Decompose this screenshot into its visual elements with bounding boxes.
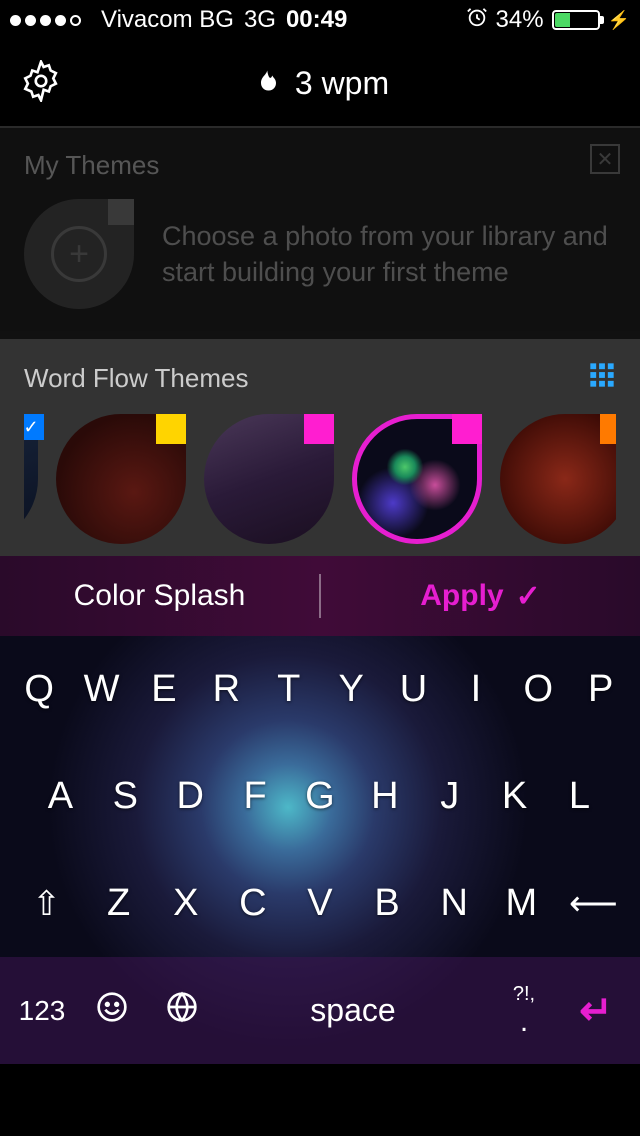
- theme-item[interactable]: ✓: [24, 414, 38, 544]
- theme-carousel[interactable]: ✓: [24, 414, 616, 544]
- key[interactable]: I: [451, 668, 501, 711]
- keyboard-row-bottom: 123 space ?!, . ↵: [0, 957, 640, 1064]
- theme-item-selected[interactable]: [352, 414, 482, 544]
- backspace-key[interactable]: ⟵: [563, 884, 623, 924]
- key[interactable]: Y: [326, 668, 376, 711]
- key[interactable]: D: [165, 775, 215, 818]
- key[interactable]: A: [35, 775, 85, 818]
- keyboard-row-3: ⇧ Z X C V B N M ⟵: [0, 850, 640, 957]
- grid-view-button[interactable]: [588, 361, 616, 396]
- key[interactable]: V: [295, 882, 345, 925]
- key[interactable]: O: [513, 668, 563, 711]
- signal-dots: [10, 15, 81, 26]
- plus-icon: +: [51, 226, 107, 282]
- return-key[interactable]: ↵: [566, 988, 626, 1034]
- wordflow-themes-section: Word Flow Themes ✓: [0, 339, 640, 556]
- punct-key[interactable]: ?!, .: [496, 983, 552, 1038]
- my-themes-section: My Themes ✕ + Choose a photo from your l…: [0, 128, 640, 331]
- space-key[interactable]: space: [224, 992, 482, 1029]
- top-bar: 3 wpm: [0, 40, 640, 128]
- add-theme-button[interactable]: +: [24, 199, 134, 309]
- theme-item[interactable]: [204, 414, 334, 544]
- key[interactable]: E: [139, 668, 189, 711]
- gear-icon: [20, 60, 62, 102]
- key[interactable]: B: [362, 882, 412, 925]
- time-label: 00:49: [286, 6, 347, 34]
- alarm-icon: [466, 6, 488, 35]
- settings-button[interactable]: [20, 60, 62, 107]
- battery-icon: [552, 10, 600, 30]
- key[interactable]: W: [77, 668, 127, 711]
- emoji-icon: [96, 991, 128, 1023]
- wordflow-title: Word Flow Themes: [24, 363, 248, 394]
- close-button[interactable]: ✕: [590, 144, 620, 174]
- key[interactable]: Z: [94, 882, 144, 925]
- preview-theme-name: Color Splash: [0, 579, 319, 613]
- check-icon: ✓: [24, 414, 44, 440]
- numbers-key[interactable]: 123: [14, 995, 70, 1027]
- globe-icon: [166, 991, 198, 1023]
- key[interactable]: S: [100, 775, 150, 818]
- key[interactable]: C: [228, 882, 278, 925]
- my-themes-prompt: Choose a photo from your library and sta…: [162, 218, 616, 291]
- key[interactable]: H: [360, 775, 410, 818]
- emoji-key[interactable]: [84, 991, 140, 1030]
- wpm-label: 3 wpm: [295, 65, 389, 102]
- keyboard-preview: Q W E R T Y U I O P A S D F G H J K L ⇧ …: [0, 636, 640, 1064]
- carrier-label: Vivacom BG: [101, 6, 234, 34]
- globe-key[interactable]: [154, 991, 210, 1030]
- theme-preview-bar: Color Splash Apply ✓: [0, 556, 640, 636]
- theme-item[interactable]: [56, 414, 186, 544]
- key[interactable]: Q: [14, 668, 64, 711]
- key[interactable]: R: [201, 668, 251, 711]
- key[interactable]: P: [576, 668, 626, 711]
- key[interactable]: L: [554, 775, 604, 818]
- status-bar: Vivacom BG 3G 00:49 34% ⚡: [0, 0, 640, 40]
- network-label: 3G: [244, 6, 276, 34]
- theme-item[interactable]: [500, 414, 616, 544]
- key[interactable]: F: [230, 775, 280, 818]
- checkmark-icon: ✓: [516, 579, 541, 614]
- my-themes-title: My Themes: [24, 150, 616, 181]
- flame-icon: [251, 68, 281, 98]
- key[interactable]: N: [429, 882, 479, 925]
- shift-key[interactable]: ⇧: [17, 884, 77, 924]
- key[interactable]: K: [490, 775, 540, 818]
- key[interactable]: T: [264, 668, 314, 711]
- key[interactable]: X: [161, 882, 211, 925]
- key[interactable]: M: [496, 882, 546, 925]
- apply-button[interactable]: Apply ✓: [321, 579, 640, 614]
- keyboard-row-2: A S D F G H J K L: [0, 743, 640, 850]
- battery-pct: 34%: [496, 6, 544, 34]
- key[interactable]: U: [389, 668, 439, 711]
- keyboard-row-1: Q W E R T Y U I O P: [0, 636, 640, 743]
- key[interactable]: J: [425, 775, 475, 818]
- key[interactable]: G: [295, 775, 345, 818]
- charging-icon: ⚡: [608, 10, 630, 31]
